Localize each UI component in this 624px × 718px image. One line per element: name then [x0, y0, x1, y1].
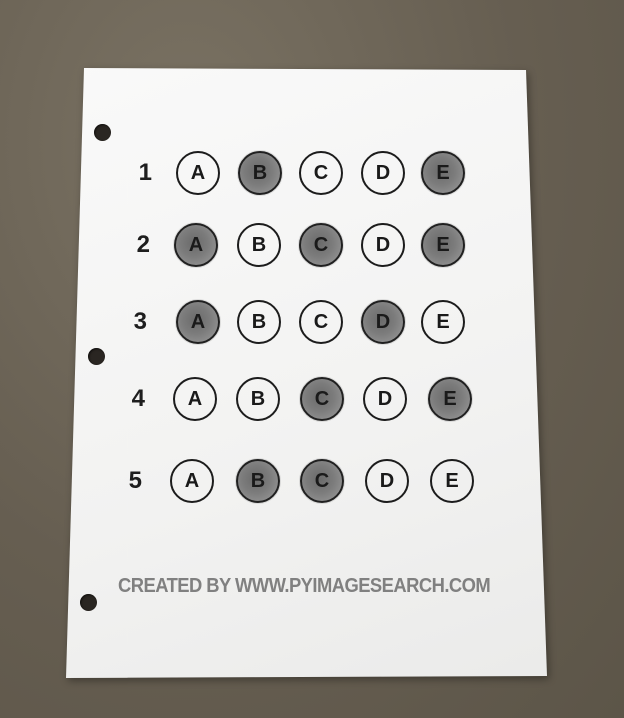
question-row: 5 ABCDE — [0, 456, 624, 506]
answer-bubble-d[interactable]: D — [361, 223, 405, 267]
answer-bubble-c[interactable]: C — [298, 222, 344, 268]
question-row: 4 ABCDE — [0, 374, 624, 424]
question-number: 5 — [128, 467, 142, 494]
question-row: 3 ABCDE — [0, 297, 624, 347]
question-number: 3 — [133, 308, 147, 335]
answer-bubble-c[interactable]: C — [299, 458, 345, 504]
answer-bubble-b[interactable]: B — [237, 223, 281, 267]
answer-bubble-a[interactable]: A — [176, 151, 220, 195]
answer-bubble-d[interactable]: D — [365, 459, 409, 503]
question-row: 1ABCDE — [0, 148, 624, 198]
answer-bubble-e[interactable]: E — [420, 222, 466, 268]
answer-bubble-e[interactable]: E — [430, 459, 474, 503]
question-number: 1 — [138, 159, 152, 186]
answer-bubble-a[interactable]: A — [173, 222, 219, 268]
punch-hole-top — [94, 124, 111, 141]
answer-bubble-b[interactable]: B — [237, 300, 281, 344]
answer-bubble-a[interactable]: A — [175, 299, 221, 345]
answer-bubble-e[interactable]: E — [421, 300, 465, 344]
answer-bubble-b[interactable]: B — [237, 150, 283, 196]
answer-bubble-c[interactable]: C — [299, 151, 343, 195]
answer-bubble-a[interactable]: A — [170, 459, 214, 503]
footer-credit: CREATED BY WWW.PYIMAGESEARCH.COM — [118, 575, 491, 597]
answer-bubble-d[interactable]: D — [363, 377, 407, 421]
answer-bubble-e[interactable]: E — [427, 376, 473, 422]
answer-bubble-b[interactable]: B — [235, 458, 281, 504]
question-number: 2 — [136, 231, 150, 258]
question-number: 4 — [131, 385, 145, 412]
answer-bubble-b[interactable]: B — [236, 377, 280, 421]
punch-hole-bottom — [80, 594, 97, 611]
answer-bubble-c[interactable]: C — [299, 376, 345, 422]
answer-bubble-d[interactable]: D — [361, 151, 405, 195]
answer-bubble-e[interactable]: E — [420, 150, 466, 196]
punch-hole-middle — [88, 348, 105, 365]
answer-bubble-a[interactable]: A — [173, 377, 217, 421]
answer-bubble-c[interactable]: C — [299, 300, 343, 344]
question-row: 2ABCDE — [0, 220, 624, 270]
answer-bubble-d[interactable]: D — [360, 299, 406, 345]
